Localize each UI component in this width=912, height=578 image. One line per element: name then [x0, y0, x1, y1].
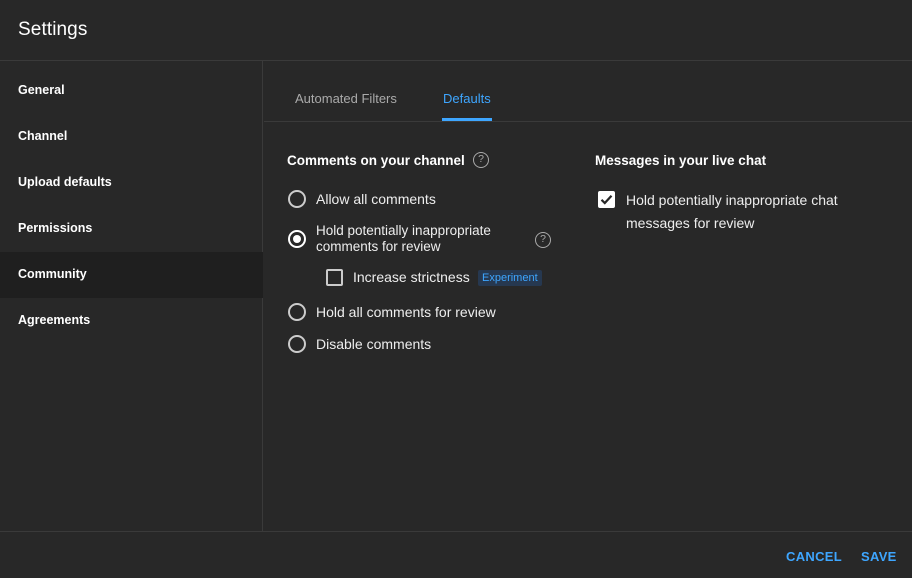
sidebar-item-community[interactable]: Community: [0, 252, 263, 298]
sidebar-item-channel[interactable]: Channel: [0, 114, 263, 160]
sidebar-item-label: Permissions: [18, 221, 93, 235]
radio-allow-all-comments[interactable]: [288, 190, 306, 208]
save-button[interactable]: SAVE: [861, 549, 897, 564]
sidebar-item-label: Agreements: [18, 313, 91, 327]
sidebar-item-label: Community: [18, 267, 87, 281]
dialog-footer: CANCEL SAVE: [0, 531, 912, 578]
sidebar-item-general[interactable]: General: [0, 68, 263, 114]
cancel-button[interactable]: CANCEL: [786, 549, 842, 564]
radio-disable-comments[interactable]: [288, 335, 306, 353]
checkbox-hold-chat-messages[interactable]: [598, 191, 615, 208]
settings-sidebar: General Channel Upload defaults Permissi…: [0, 61, 263, 531]
dialog-header: Settings: [0, 0, 912, 61]
option-label-line: Hold potentially inappropriate chat: [626, 192, 838, 208]
option-label-line: comments for review: [316, 239, 441, 254]
option-label-line: messages for review: [626, 215, 755, 231]
help-icon[interactable]: ?: [473, 152, 489, 168]
sidebar-item-upload-defaults[interactable]: Upload defaults: [0, 160, 263, 206]
comments-section-title: Comments on your channel: [287, 153, 465, 168]
radio-hold-all-comments[interactable]: [288, 303, 306, 321]
settings-content: Automated Filters Defaults Comments on y…: [264, 61, 912, 531]
sidebar-item-permissions[interactable]: Permissions: [0, 206, 263, 252]
option-label-hold-inappropriate: Hold potentially inappropriate comments …: [316, 223, 491, 255]
strictness-label: Increase strictness: [353, 269, 470, 285]
tab-bar: Automated Filters Defaults: [264, 61, 912, 122]
sidebar-item-agreements[interactable]: Agreements: [0, 298, 263, 344]
sidebar-item-label: Channel: [18, 129, 68, 143]
tab-automated-filters[interactable]: Automated Filters: [295, 91, 397, 106]
live-chat-section-title: Messages in your live chat: [595, 153, 767, 168]
option-label-hold-all: Hold all comments for review: [316, 304, 496, 320]
settings-dialog: Settings General Channel Upload defaults…: [0, 0, 912, 578]
checkmark-icon: [600, 195, 613, 205]
option-label-disable: Disable comments: [316, 336, 432, 352]
help-icon[interactable]: ?: [535, 232, 551, 248]
tab-defaults[interactable]: Defaults: [443, 91, 491, 106]
dialog-title: Settings: [18, 19, 88, 40]
option-label-allow-all: Allow all comments: [316, 191, 436, 207]
sidebar-item-label: General: [18, 83, 65, 97]
active-tab-indicator: [442, 118, 492, 121]
sidebar-item-label: Upload defaults: [18, 175, 112, 189]
checkbox-increase-strictness[interactable]: [326, 269, 343, 286]
radio-hold-inappropriate[interactable]: [288, 230, 306, 248]
experiment-badge: Experiment: [478, 270, 542, 286]
option-label-line: Hold potentially inappropriate: [316, 223, 491, 238]
live-chat-option-label: Hold potentially inappropriate chat mess…: [626, 189, 838, 235]
